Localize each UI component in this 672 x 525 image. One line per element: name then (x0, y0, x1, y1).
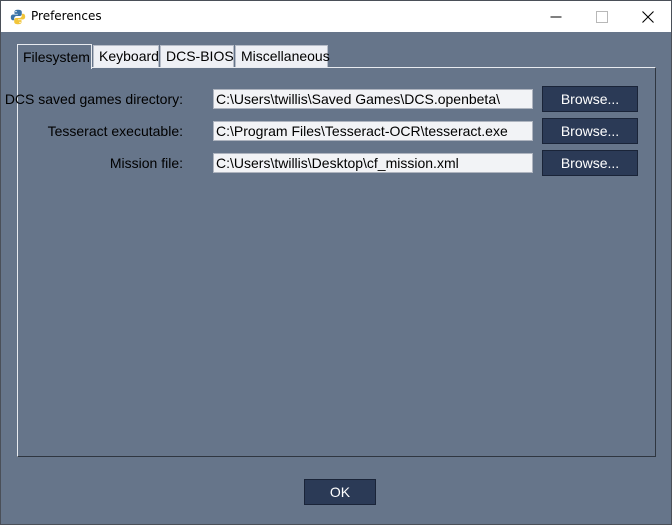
window-title: Preferences (31, 9, 102, 23)
maximize-button[interactable] (579, 1, 625, 32)
close-icon (642, 11, 654, 23)
minimize-button[interactable] (533, 1, 579, 32)
saved-games-directory-field[interactable]: C:\Users\twillis\Saved Games\DCS.openbet… (213, 89, 533, 109)
tab-miscellaneous[interactable]: Miscellaneous (235, 45, 330, 67)
tesseract-executable-field[interactable]: C:\Program Files\Tesseract-OCR\tesseract… (213, 121, 533, 141)
browse-saved-games-button[interactable]: Browse... (542, 86, 638, 112)
python-icon (10, 9, 26, 25)
saved-games-label: DCS saved games directory: (4, 91, 183, 107)
filesystem-panel: DCS saved games directory: C:\Users\twil… (5, 67, 656, 457)
mission-file-field[interactable]: C:\Users\twillis\Desktop\cf_mission.xml (213, 153, 533, 173)
browse-mission-file-button[interactable]: Browse... (542, 150, 638, 176)
title-bar[interactable]: Preferences (1, 1, 671, 32)
mission-file-label: Mission file: (109, 155, 183, 171)
maximize-icon (596, 11, 608, 23)
tab-dcs-bios[interactable]: DCS-BIOS (160, 45, 234, 67)
minimize-icon (550, 16, 562, 18)
close-button[interactable] (625, 1, 671, 32)
tab-keyboard[interactable]: Keyboard (93, 45, 159, 67)
tesseract-label: Tesseract executable: (47, 123, 183, 139)
browse-tesseract-button[interactable]: Browse... (542, 118, 638, 144)
tab-filesystem[interactable]: Filesystem (17, 44, 92, 69)
ok-button[interactable]: OK (304, 479, 376, 505)
preferences-window: Preferences Filesystem Keyboard DCS-BIOS… (0, 0, 672, 525)
